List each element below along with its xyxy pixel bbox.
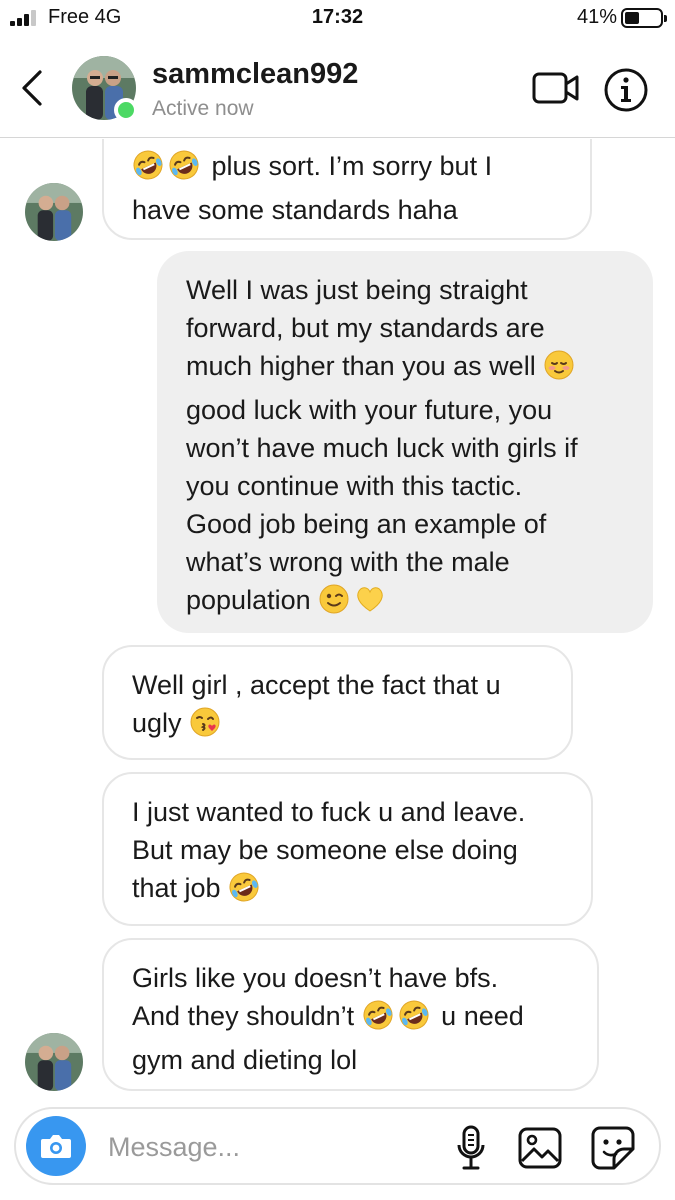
message-line: plus sort. I’m sorry but I [132,147,564,191]
message-text: And they shouldn’t [132,1001,362,1031]
incoming-message-bubble[interactable]: I just wanted to fuck u and leave. But ma… [102,772,593,926]
gallery-icon [518,1127,562,1169]
rofl-emoji-icon [168,149,200,191]
chevron-left-icon [22,70,42,106]
battery-percent: 41% [576,6,617,28]
message-line: population [186,581,633,625]
message-text: Well girl , accept the fact that u [132,670,501,700]
rofl-emoji-icon [398,999,430,1041]
message-input[interactable] [108,1127,408,1167]
wink-emoji-icon [318,583,350,625]
message-line: you continue with this tactic. [186,467,633,505]
message-line: Good job being an example of [186,505,633,543]
message-text: population [186,585,319,615]
message-text: good luck with your future, you [186,395,553,425]
kiss-emoji-icon [189,706,221,748]
message-line: And they shouldn’t u need [132,997,577,1041]
rofl-emoji-icon [132,149,164,191]
message-text: But may be someone else doing [132,835,518,865]
message-line: good luck with your future, you [186,391,633,429]
message-text: plus sort. I’m sorry but I [204,151,493,181]
message-text: won’t have much luck with girls if [186,433,578,463]
incoming-message-bubble[interactable]: Girls like you doesn’t have bfs. And they… [102,938,599,1091]
active-status-dot [114,98,138,122]
message-line: much higher than you as well [186,347,633,391]
message-text: have some standards haha [132,195,458,225]
message-text: Good job being an example of [186,509,547,539]
camera-icon [41,1135,71,1158]
message-line: I just wanted to fuck u and leave. [132,793,571,831]
message-composer [14,1107,661,1185]
camera-button[interactable] [26,1116,86,1176]
contact-username[interactable]: sammclean992 [152,58,358,91]
status-bar: Free 4G 17:32 41% [0,0,675,40]
message-line: forward, but my standards are [186,309,633,347]
battery-icon [621,8,667,28]
message-text: forward, but my standards are [186,313,545,343]
message-line: that job [132,869,571,913]
back-button[interactable] [14,66,54,110]
sticker-icon [591,1126,635,1170]
message-text: much higher than you as well [186,351,544,381]
message-text: u need [433,1001,524,1031]
message-text: ugly [132,708,190,738]
status-time: 17:32 [311,6,364,28]
message-text: you continue with this tactic. [186,471,523,501]
message-thread: plus sort. I’m sorry but I have some stan… [0,139,675,1104]
message-line: Well I was just being straight [186,271,633,309]
sender-avatar[interactable] [25,1033,83,1091]
video-camera-icon [532,72,579,104]
message-line: Well girl , accept the fact that u [132,666,551,704]
avatar-photo [25,183,83,241]
gallery-button[interactable] [518,1127,562,1169]
message-text: that job [132,873,229,903]
blush-emoji-icon [543,349,575,391]
message-line: gym and dieting lol [132,1041,577,1079]
info-button[interactable] [603,67,649,113]
avatar-photo [25,1033,83,1091]
video-call-button[interactable] [532,70,580,106]
incoming-message-bubble[interactable]: Well girl , accept the fact that u ugly [102,645,573,760]
voice-message-button[interactable] [456,1125,486,1171]
message-line: have some standards haha [132,191,564,229]
message-text: Well I was just being straight [186,275,528,305]
active-status-label: Active now [152,97,254,120]
microphone-icon [457,1125,485,1170]
sender-avatar[interactable] [25,183,83,241]
yellow-heart-emoji-icon [354,583,386,625]
message-line: won’t have much luck with girls if [186,429,633,467]
message-text: what’s wrong with the male [186,547,510,577]
message-line: what’s wrong with the male [186,543,633,581]
message-line: Girls like you doesn’t have bfs. [132,959,577,997]
message-text: gym and dieting lol [132,1045,358,1075]
message-line: ugly [132,704,551,748]
incoming-message-bubble[interactable]: plus sort. I’m sorry but I have some stan… [102,139,592,240]
rofl-emoji-icon [228,871,260,913]
rofl-emoji-icon [362,999,394,1041]
message-text: I just wanted to fuck u and leave. [132,797,526,827]
message-line: But may be someone else doing [132,831,571,869]
chat-header: sammclean992 Active now [0,40,675,138]
info-icon [604,68,648,112]
message-text: Girls like you doesn’t have bfs. [132,963,499,993]
sticker-button[interactable] [590,1125,636,1171]
outgoing-message-bubble[interactable]: Well I was just being straight forward, b… [157,251,653,633]
